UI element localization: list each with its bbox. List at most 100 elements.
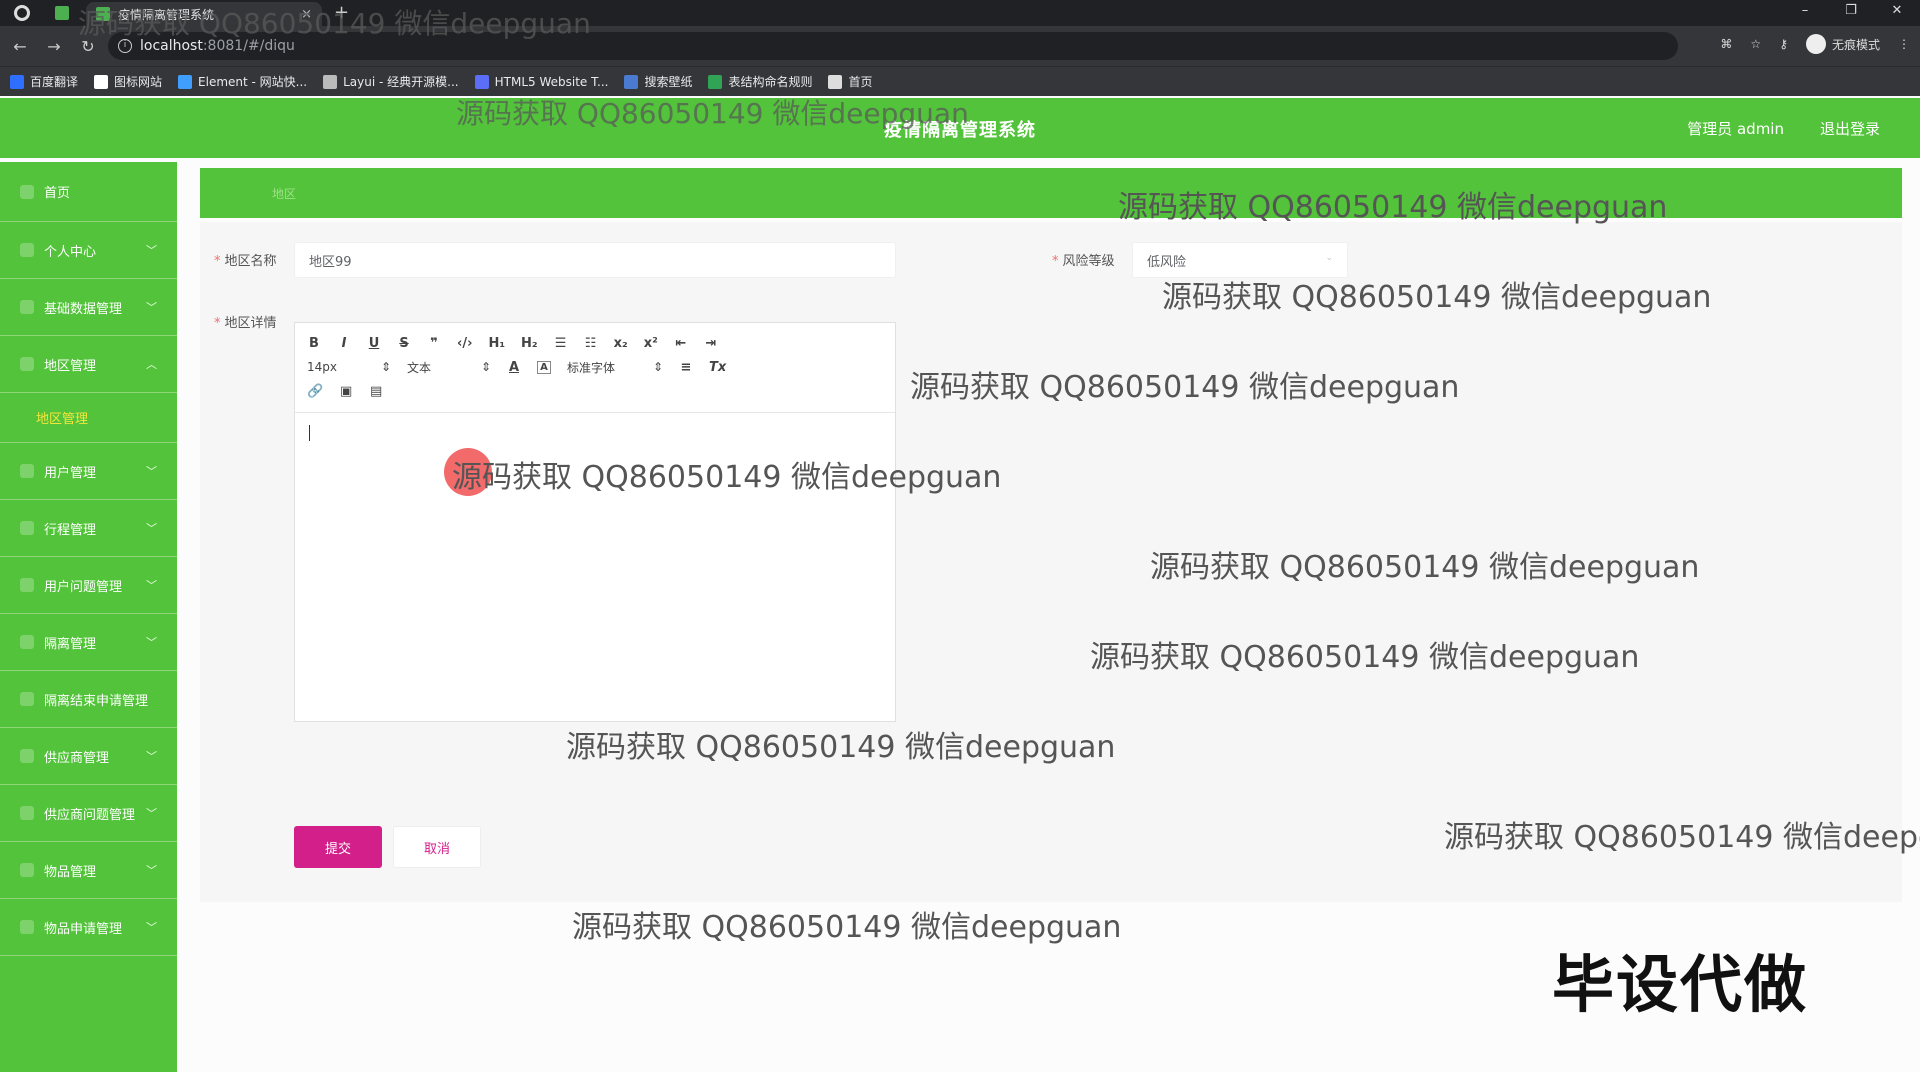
menu-item-icon — [20, 184, 34, 199]
logout-link[interactable]: 退出登录 — [1820, 118, 1880, 139]
link-icon[interactable]: 🔗 — [307, 384, 323, 399]
align-icon[interactable]: ≡ — [679, 360, 693, 375]
region-name-input[interactable]: 地区99 — [294, 242, 896, 278]
italic-icon[interactable]: I — [337, 336, 351, 351]
bookmark-item[interactable]: Element - 网站快... — [178, 73, 307, 90]
h2-icon[interactable]: H₂ — [521, 336, 538, 351]
region-name-label: * 地区名称 — [214, 254, 277, 269]
sidebar-item[interactable]: 基础数据管理 ﹀ — [0, 279, 177, 336]
watermark-text: 源码获取 QQ86050149 微信deepguan — [78, 7, 591, 40]
indent-icon[interactable]: ⇥ — [704, 336, 718, 351]
code-icon[interactable]: ‹/› — [457, 336, 472, 351]
chevron-down-icon: ⌄ — [1325, 253, 1333, 263]
toolbar-row-insert: 🔗 ▣ ▤ — [307, 379, 883, 403]
superscript-icon[interactable]: x² — [644, 336, 658, 351]
image-icon[interactable]: ▣ — [339, 384, 353, 399]
sidebar-item[interactable]: 隔离结束申请管理 — [0, 671, 177, 728]
toolbar-row-formatting: B I U S ❞ ‹/› H₁ H₂ ☰ ☷ x₂ x² ⇤ ⇥ — [307, 331, 883, 355]
sidebar-item-label: 隔离结束申请管理 — [44, 693, 149, 709]
chevron-down-icon: ﹀ — [146, 921, 157, 934]
menu-kebab-icon[interactable]: ⋮ — [1898, 37, 1910, 51]
header-type-select[interactable]: 文本 ⇕ — [407, 359, 491, 376]
sidebar-item[interactable]: 行程管理 ﹀ — [0, 500, 177, 557]
ordered-list-icon[interactable]: ☰ — [554, 336, 568, 351]
sidebar-item-label: 物品申请管理 — [44, 921, 123, 937]
sidebar-item-label: 首页 — [44, 186, 71, 201]
cancel-button[interactable]: 取消 — [393, 826, 481, 868]
restore-button[interactable]: ❐ — [1828, 3, 1874, 18]
bookmark-item[interactable]: 搜索壁纸 — [624, 73, 692, 90]
font-family-select[interactable]: 标准字体 ⇕ — [567, 359, 663, 376]
watermark-text: 源码获取 QQ86050149 微信deepguan — [572, 910, 1122, 945]
bookmark-favicon-icon — [624, 74, 639, 89]
chevron-down-icon: ﹀ — [146, 864, 157, 877]
h1-icon[interactable]: H₁ — [488, 336, 505, 351]
watermark-text: 源码获取 QQ86050149 微信deepguan — [452, 460, 1002, 495]
sidebar-item[interactable]: 物品管理 ﹀ — [0, 842, 177, 899]
bold-icon[interactable]: B — [307, 336, 321, 351]
clear-format-icon[interactable]: Tx — [709, 360, 726, 375]
close-window-button[interactable]: ✕ — [1874, 3, 1920, 18]
sidebar-item-label: 行程管理 — [44, 522, 97, 538]
sidebar-subitem-active[interactable]: 地区管理 — [0, 393, 177, 443]
blockquote-icon[interactable]: ❞ — [427, 336, 441, 351]
key-icon[interactable]: ⚷ — [1779, 37, 1788, 51]
forward-icon[interactable]: → — [40, 37, 68, 56]
bookmark-label: 百度翻译 — [30, 75, 79, 89]
bullet-list-icon[interactable]: ☷ — [584, 336, 598, 351]
bookmark-item[interactable]: 表结构命名规则 — [708, 73, 812, 90]
underline-icon[interactable]: U — [367, 336, 381, 351]
incognito-indicator[interactable]: 无痕模式 — [1805, 34, 1880, 54]
sidebar-item[interactable]: 隔离管理 ﹀ — [0, 614, 177, 671]
sidebar-item[interactable]: 供应商管理 ﹀ — [0, 728, 177, 785]
sidebar-item[interactable]: 个人中心 ﹀ — [0, 222, 177, 279]
text-color-icon[interactable]: A — [507, 360, 521, 375]
extension-icon[interactable] — [55, 6, 69, 20]
bookmark-label: 搜索壁纸 — [644, 75, 693, 89]
watermark-text: 源码获取 QQ86050149 微信deepguan — [1118, 190, 1668, 225]
minimize-button[interactable]: – — [1782, 3, 1828, 18]
menu-item-icon — [20, 749, 34, 763]
translate-icon[interactable]: ⌘ — [1720, 37, 1732, 51]
font-size-select[interactable]: 14px ⇕ — [307, 360, 391, 374]
watermark-text: 源码获取 QQ86050149 微信deepguan — [910, 370, 1460, 405]
bookmark-item[interactable]: 百度翻译 — [10, 73, 78, 90]
sidebar-item-label: 用户问题管理 — [44, 579, 123, 595]
bookmark-item[interactable]: Layui - 经典开源模... — [323, 73, 459, 90]
subscript-icon[interactable]: x₂ — [614, 336, 628, 351]
bookmark-favicon-icon — [323, 74, 338, 89]
submit-button[interactable]: 提交 — [294, 826, 382, 868]
sidebar-item-label: 供应商问题管理 — [44, 807, 136, 823]
sidebar-item[interactable]: 物品申请管理 ﹀ — [0, 899, 177, 956]
bookmark-item[interactable]: 首页 — [828, 73, 873, 90]
strike-icon[interactable]: S — [397, 336, 411, 351]
sidebar-item-label: 供应商管理 — [44, 750, 110, 766]
bookmark-label: Layui - 经典开源模... — [343, 75, 459, 89]
sidebar-item[interactable]: 地区管理 ︿ — [0, 336, 177, 393]
bookmark-item[interactable]: HTML5 Website T... — [474, 74, 608, 89]
menu-item-icon — [20, 243, 34, 257]
watermark-text: 源码获取 QQ86050149 微信deepguan — [456, 97, 969, 130]
toolbar-row-styles: 14px ⇕ 文本 ⇕ A A 标准字体 ⇕ ≡ Tx — [307, 355, 883, 379]
sidebar-item-label: 隔离管理 — [44, 636, 97, 652]
region-detail-label: * 地区详情 — [214, 316, 277, 331]
rich-text-editor: B I U S ❞ ‹/› H₁ H₂ ☰ ☷ x₂ x² ⇤ ⇥ 14px ⇕ 文本 ⇕ A A 标准字体 ⇕… — [294, 322, 896, 722]
sidebar-item[interactable]: 用户问题管理 ﹀ — [0, 557, 177, 614]
bookmark-favicon-icon — [828, 74, 843, 89]
video-icon[interactable]: ▤ — [369, 384, 383, 399]
sidebar-item[interactable]: 用户管理 ﹀ — [0, 443, 177, 500]
chevron-up-icon: ︿ — [146, 358, 157, 371]
menu-item-icon — [20, 635, 34, 649]
outdent-icon[interactable]: ⇤ — [674, 336, 688, 351]
back-icon[interactable]: ← — [6, 37, 34, 56]
bookmark-item[interactable]: 图标网站 — [94, 73, 162, 90]
chevron-down-icon: ﹀ — [146, 465, 157, 478]
background-color-icon[interactable]: A — [537, 360, 551, 374]
bookmark-star-icon[interactable]: ☆ — [1750, 37, 1761, 51]
sidebar-menu: 首页 个人中心 ﹀ 基础数据管理 ﹀ 地区管理 ︿ 地区管理 用户管理 ﹀ 行程管理 ﹀ 用户问题管理 ﹀… — [0, 162, 177, 1072]
sidebar-item[interactable]: 供应商问题管理 ﹀ — [0, 785, 177, 842]
sidebar-item[interactable]: 首页 — [0, 162, 177, 222]
incognito-label: 无痕模式 — [1831, 37, 1880, 52]
chevron-down-icon: ﹀ — [146, 807, 157, 820]
risk-level-value: 低风险 — [1147, 254, 1187, 270]
